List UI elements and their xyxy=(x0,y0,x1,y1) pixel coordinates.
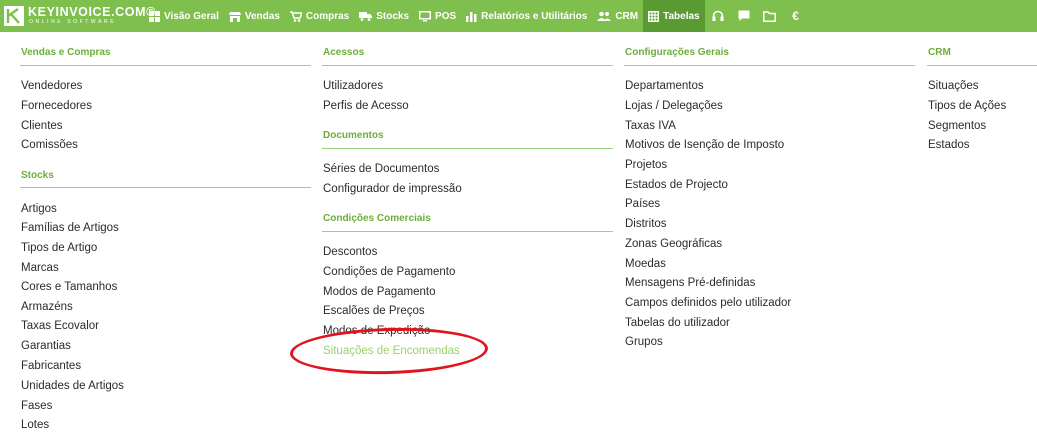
nav-label: Vendas xyxy=(244,10,280,22)
menu-link-tipos-artigo[interactable]: Tipos de Artigo xyxy=(21,242,97,254)
menu-link-fases[interactable]: Fases xyxy=(21,400,52,412)
menu-link-segmentos[interactable]: Segmentos xyxy=(928,120,986,132)
menu-link-vendedores[interactable]: Vendedores xyxy=(21,80,82,92)
section-divider xyxy=(322,65,613,66)
menu-link-fabricantes[interactable]: Fabricantes xyxy=(21,360,81,372)
nav-vendas[interactable]: Vendas xyxy=(224,0,285,32)
highlight-annotation-ellipse xyxy=(289,325,489,377)
main-nav: Visão Geral Vendas Compras Stocks POS Re… xyxy=(144,0,809,32)
nav-label: Stocks xyxy=(376,10,410,22)
menu-link-configurador-impressao[interactable]: Configurador de impressão xyxy=(323,183,462,195)
table-icon xyxy=(648,10,660,22)
menu-link-modos-pagamento[interactable]: Modos de Pagamento xyxy=(323,286,436,298)
menu-link-escaloes-precos[interactable]: Escalões de Preços xyxy=(323,305,425,317)
menu-link-condicoes-pagamento[interactable]: Condições de Pagamento xyxy=(323,266,455,278)
logo-tagline: ONLINE SOFTWARE xyxy=(29,19,117,25)
menu-link-estados[interactable]: Estados xyxy=(928,139,970,151)
menu-link-garantias[interactable]: Garantias xyxy=(21,340,71,352)
messages-button[interactable] xyxy=(731,0,757,32)
top-navbar: KEYINVOICE.COM® ONLINE SOFTWARE Visão Ge… xyxy=(0,0,1037,32)
folder-icon xyxy=(763,10,777,22)
section-title-vendas-compras: Vendas e Compras xyxy=(21,47,111,58)
menu-link-taxas-ecovalor[interactable]: Taxas Ecovalor xyxy=(21,320,99,332)
section-title-acessos: Acessos xyxy=(323,47,365,58)
nav-stocks[interactable]: Stocks xyxy=(354,0,414,32)
menu-link-lojas-delegacoes[interactable]: Lojas / Delegações xyxy=(625,100,723,112)
files-button[interactable] xyxy=(757,0,783,32)
menu-link-familias-artigos[interactable]: Famílias de Artigos xyxy=(21,222,119,234)
nav-pos[interactable]: POS xyxy=(414,0,461,32)
section-divider xyxy=(20,65,311,66)
section-divider xyxy=(927,65,1037,66)
menu-link-moedas[interactable]: Moedas xyxy=(625,258,666,270)
menu-link-lotes[interactable]: Lotes xyxy=(21,419,49,431)
currency-button[interactable]: € xyxy=(783,0,809,32)
nav-label: Compras xyxy=(305,10,350,22)
bar-chart-icon xyxy=(466,11,477,22)
nav-crm[interactable]: CRM xyxy=(592,0,643,32)
menu-link-campos-definidos[interactable]: Campos definidos pelo utilizador xyxy=(625,297,791,309)
store-icon xyxy=(228,11,241,22)
chat-icon xyxy=(738,10,750,21)
menu-link-situacoes[interactable]: Situações xyxy=(928,80,979,92)
menu-link-clientes[interactable]: Clientes xyxy=(21,120,63,132)
menu-link-departamentos[interactable]: Departamentos xyxy=(625,80,704,92)
menu-link-comissoes[interactable]: Comissões xyxy=(21,139,78,151)
truck-icon xyxy=(359,12,373,21)
menu-link-projetos[interactable]: Projetos xyxy=(625,159,667,171)
menu-link-tipos-acoes[interactable]: Tipos de Ações xyxy=(928,100,1006,112)
users-icon xyxy=(597,11,612,21)
menu-link-descontos[interactable]: Descontos xyxy=(323,246,377,258)
support-button[interactable] xyxy=(705,0,731,32)
logo-mark-icon xyxy=(4,6,24,26)
app-logo[interactable]: KEYINVOICE.COM® ONLINE SOFTWARE xyxy=(4,4,155,28)
nav-label: Tabelas xyxy=(663,10,700,22)
menu-link-perfis-acesso[interactable]: Perfis de Acesso xyxy=(323,100,409,112)
section-title-condicoes-comerciais: Condições Comerciais xyxy=(323,213,431,224)
headset-icon xyxy=(712,10,724,21)
section-divider xyxy=(322,231,613,232)
section-title-stocks: Stocks xyxy=(21,170,54,181)
menu-link-utilizadores[interactable]: Utilizadores xyxy=(323,80,383,92)
logo-text: KEYINVOICE.COM® xyxy=(28,5,156,19)
menu-link-taxas-iva[interactable]: Taxas IVA xyxy=(625,120,676,132)
monitor-icon xyxy=(419,10,432,21)
menu-link-armazens[interactable]: Armazéns xyxy=(21,301,73,313)
section-divider xyxy=(624,65,915,66)
euro-icon: € xyxy=(792,9,799,23)
nav-visao-geral[interactable]: Visão Geral xyxy=(144,0,224,32)
menu-link-paises[interactable]: Países xyxy=(625,198,660,210)
menu-link-artigos[interactable]: Artigos xyxy=(21,203,57,215)
nav-compras[interactable]: Compras xyxy=(285,0,354,32)
menu-link-marcas[interactable]: Marcas xyxy=(21,262,59,274)
menu-link-fornecedores[interactable]: Fornecedores xyxy=(21,100,92,112)
section-title-documentos: Documentos xyxy=(323,130,384,141)
nav-tabelas[interactable]: Tabelas xyxy=(643,0,705,32)
dashboard-icon xyxy=(149,10,160,22)
menu-link-series-documentos[interactable]: Séries de Documentos xyxy=(323,163,439,175)
menu-link-mensagens-predefinidas[interactable]: Mensagens Pré-definidas xyxy=(625,277,755,289)
nav-relatorios[interactable]: Relatórios e Utilitários xyxy=(461,0,592,32)
section-title-crm: CRM xyxy=(928,47,951,58)
menu-link-tabelas-utilizador[interactable]: Tabelas do utilizador xyxy=(625,317,730,329)
menu-link-unidades-artigos[interactable]: Unidades de Artigos xyxy=(21,380,124,392)
nav-label: CRM xyxy=(615,10,639,22)
menu-link-motivos-isencao[interactable]: Motivos de Isenção de Imposto xyxy=(625,139,784,151)
nav-label: POS xyxy=(435,10,457,22)
menu-link-distritos[interactable]: Distritos xyxy=(625,218,667,230)
menu-link-grupos[interactable]: Grupos xyxy=(625,336,663,348)
nav-label: Visão Geral xyxy=(164,10,219,22)
cart-icon xyxy=(289,10,302,22)
section-divider xyxy=(20,187,311,188)
menu-link-zonas-geograficas[interactable]: Zonas Geográficas xyxy=(625,238,722,250)
menu-link-estados-projecto[interactable]: Estados de Projecto xyxy=(625,179,728,191)
menu-link-cores-tamanhos[interactable]: Cores e Tamanhos xyxy=(21,281,117,293)
section-divider xyxy=(322,148,613,149)
section-title-configuracoes-gerais: Configurações Gerais xyxy=(625,47,729,58)
nav-label: Relatórios e Utilitários xyxy=(481,10,588,22)
